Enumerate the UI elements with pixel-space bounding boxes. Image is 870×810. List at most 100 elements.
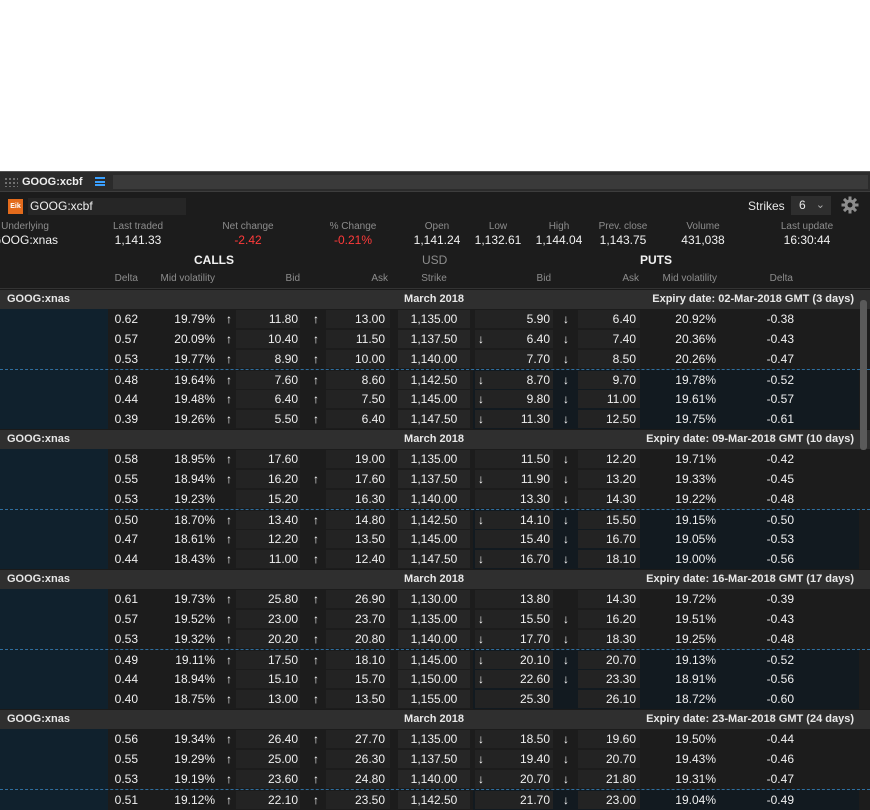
call-ask[interactable]: 19.00 (335, 452, 385, 466)
table-row[interactable]: 0.57 20.09% ↑ 10.40 ↑ 11.50 1,137.50 ↓ 6.40 ↓ 7.40… (0, 329, 870, 349)
call-ask[interactable]: 16.30 (335, 492, 385, 506)
call-ask[interactable]: 8.60 (335, 373, 385, 387)
put-bid[interactable]: 25.30 (500, 692, 550, 706)
col-delta[interactable]: Delta (100, 273, 138, 284)
call-ask[interactable]: 26.90 (335, 592, 385, 606)
table-row[interactable]: 0.48 19.64% ↑ 7.60 ↑ 8.60 1,142.50 ↓ 8.70 ↓ 9.70 19… (0, 369, 870, 390)
table-row[interactable]: 0.53 19.32% ↑ 20.20 ↑ 20.80 1,140.00 ↓ 17.70 ↓ 18.… (0, 629, 870, 649)
put-bid[interactable]: 11.90 (500, 472, 550, 486)
put-bid[interactable]: 13.80 (500, 592, 550, 606)
call-ask[interactable]: 13.50 (335, 692, 385, 706)
col-strike[interactable]: Strike (398, 273, 470, 284)
call-ask[interactable]: 23.50 (335, 793, 385, 807)
put-ask[interactable]: 18.10 (585, 552, 636, 566)
col-put-bid[interactable]: Bid (510, 273, 551, 284)
col-mid-volatility[interactable]: Mid volatility (140, 273, 215, 284)
table-row[interactable]: 0.39 19.26% ↑ 5.50 ↑ 6.40 1,147.50 ↓ 11.30 ↓ 12.50… (0, 409, 870, 429)
put-bid[interactable]: 22.60 (500, 672, 550, 686)
put-bid[interactable]: 11.50 (500, 452, 550, 466)
put-ask[interactable]: 23.00 (585, 793, 636, 807)
put-bid[interactable]: 16.70 (500, 552, 550, 566)
put-bid[interactable]: 6.40 (500, 332, 550, 346)
col-put-delta[interactable]: Delta (740, 273, 793, 284)
table-row[interactable]: 0.61 19.73% ↑ 25.80 ↑ 26.90 1,130.00 13.80 14.30… (0, 589, 870, 609)
put-bid[interactable]: 11.30 (500, 412, 550, 426)
put-ask[interactable]: 7.40 (585, 332, 636, 346)
call-ask[interactable]: 24.80 (335, 772, 385, 786)
put-bid[interactable]: 20.10 (500, 653, 550, 667)
call-bid[interactable]: 13.40 (250, 513, 298, 527)
call-bid[interactable]: 20.20 (250, 632, 298, 646)
call-bid[interactable]: 11.80 (250, 312, 298, 326)
put-ask[interactable]: 16.70 (585, 532, 636, 546)
call-bid[interactable]: 11.00 (250, 552, 298, 566)
call-bid[interactable]: 26.40 (250, 732, 298, 746)
call-bid[interactable]: 22.10 (250, 793, 298, 807)
call-ask[interactable]: 18.10 (335, 653, 385, 667)
put-bid[interactable]: 20.70 (500, 772, 550, 786)
put-ask[interactable]: 21.80 (585, 772, 636, 786)
table-row[interactable]: 0.58 18.95% ↑ 17.60 19.00 1,135.00 11.50 ↓ 12.20… (0, 449, 870, 469)
put-bid[interactable]: 19.40 (500, 752, 550, 766)
table-row[interactable]: 0.44 18.94% ↑ 15.10 ↑ 15.70 1,150.00 ↓ 22.60 ↓ 23.… (0, 669, 870, 689)
call-ask[interactable]: 13.00 (335, 312, 385, 326)
call-ask[interactable]: 20.80 (335, 632, 385, 646)
put-ask[interactable]: 9.70 (585, 373, 636, 387)
table-row[interactable]: 0.49 19.11% ↑ 17.50 ↑ 18.10 1,145.00 ↓ 20.10 ↓ 20.… (0, 649, 870, 670)
table-row[interactable]: 0.56 19.34% ↑ 26.40 ↑ 27.70 1,135.00 ↓ 18.50 ↓ 19.… (0, 729, 870, 749)
put-bid[interactable]: 15.40 (500, 532, 550, 546)
table-row[interactable]: 0.44 18.43% ↑ 11.00 ↑ 12.40 1,147.50 ↓ 16.70 ↓ 18.… (0, 549, 870, 569)
call-bid[interactable]: 25.00 (250, 752, 298, 766)
table-row[interactable]: 0.47 18.61% ↑ 12.20 ↑ 13.50 1,145.00 15.40 ↓ 16.7… (0, 529, 870, 549)
put-bid[interactable]: 7.70 (500, 352, 550, 366)
col-ask[interactable]: Ask (350, 273, 388, 284)
call-bid[interactable]: 17.60 (250, 452, 298, 466)
menu-icon[interactable] (94, 177, 105, 186)
strikes-select[interactable]: 6 ⌄ (791, 196, 831, 215)
table-row[interactable]: 0.53 19.23% 15.20 16.30 1,140.00 13.30 ↓ 14.30 1… (0, 489, 870, 509)
put-bid[interactable]: 17.70 (500, 632, 550, 646)
call-bid[interactable]: 15.10 (250, 672, 298, 686)
put-bid[interactable]: 8.70 (500, 373, 550, 387)
call-bid[interactable]: 16.20 (250, 472, 298, 486)
put-ask[interactable]: 6.40 (585, 312, 636, 326)
put-ask[interactable]: 12.50 (585, 412, 636, 426)
call-ask[interactable]: 15.70 (335, 672, 385, 686)
call-bid[interactable]: 12.20 (250, 532, 298, 546)
table-row[interactable]: 0.44 19.48% ↑ 6.40 ↑ 7.50 1,145.00 ↓ 9.80 ↓ 11.00 1… (0, 389, 870, 409)
table-row[interactable]: 0.53 19.77% ↑ 8.90 ↑ 10.00 1,140.00 7.70 ↓ 8.50 20… (0, 349, 870, 369)
put-ask[interactable]: 14.30 (585, 492, 636, 506)
table-row[interactable]: 0.62 19.79% ↑ 11.80 ↑ 13.00 1,135.00 5.90 ↓ 6.40 2… (0, 309, 870, 329)
call-ask[interactable]: 13.50 (335, 532, 385, 546)
put-ask[interactable]: 16.20 (585, 612, 636, 626)
put-ask[interactable]: 20.70 (585, 653, 636, 667)
put-ask[interactable]: 18.30 (585, 632, 636, 646)
put-ask[interactable]: 23.30 (585, 672, 636, 686)
table-row[interactable]: 0.50 18.70% ↑ 13.40 ↑ 14.80 1,142.50 ↓ 14.10 ↓ 15.… (0, 509, 870, 530)
put-ask[interactable]: 8.50 (585, 352, 636, 366)
put-ask[interactable]: 26.10 (585, 692, 636, 706)
put-bid[interactable]: 21.70 (500, 793, 550, 807)
table-row[interactable]: 0.53 19.19% ↑ 23.60 ↑ 24.80 1,140.00 ↓ 20.70 ↓ 21.… (0, 769, 870, 789)
put-ask[interactable]: 19.60 (585, 732, 636, 746)
symbol-input[interactable]: GOOG:xcbf (28, 197, 186, 215)
put-bid[interactable]: 9.80 (500, 392, 550, 406)
put-ask[interactable]: 14.30 (585, 592, 636, 606)
call-ask[interactable]: 14.80 (335, 513, 385, 527)
put-bid[interactable]: 18.50 (500, 732, 550, 746)
col-put-mid-volatility[interactable]: Mid volatility (640, 273, 717, 284)
call-ask[interactable]: 11.50 (335, 332, 385, 346)
table-row[interactable]: 0.51 19.12% ↑ 22.10 ↑ 23.50 1,142.50 21.70 ↓ 23.0… (0, 789, 870, 810)
call-bid[interactable]: 15.20 (250, 492, 298, 506)
call-bid[interactable]: 25.80 (250, 592, 298, 606)
call-bid[interactable]: 6.40 (250, 392, 298, 406)
call-ask[interactable]: 23.70 (335, 612, 385, 626)
drag-grip-icon[interactable] (4, 176, 18, 187)
call-bid[interactable]: 7.60 (250, 373, 298, 387)
tab-goog-xcbf[interactable]: GOOG:xcbf (22, 176, 83, 188)
put-bid[interactable]: 14.10 (500, 513, 550, 527)
call-bid[interactable]: 10.40 (250, 332, 298, 346)
call-bid[interactable]: 13.00 (250, 692, 298, 706)
call-bid[interactable]: 23.60 (250, 772, 298, 786)
table-row[interactable]: 0.55 19.29% ↑ 25.00 ↑ 26.30 1,137.50 ↓ 19.40 ↓ 20.… (0, 749, 870, 769)
